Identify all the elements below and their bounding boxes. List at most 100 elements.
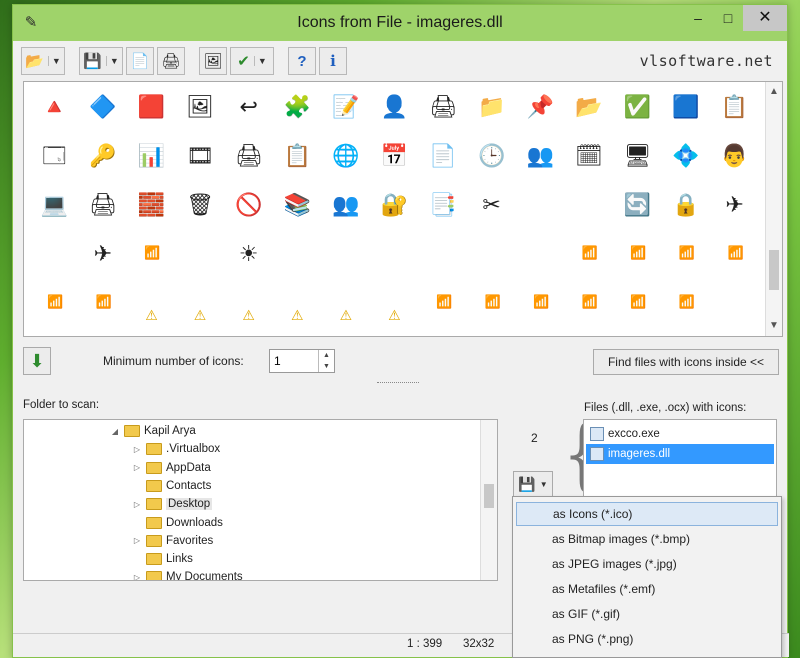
expander-icon[interactable]: ◢ <box>110 427 120 436</box>
expander-icon[interactable]: ▷ <box>132 500 142 509</box>
open-button[interactable]: 📂 ▼ <box>21 47 65 75</box>
tree-item[interactable]: Links <box>132 550 193 568</box>
help-button[interactable]: ? <box>288 47 316 75</box>
icon-cell[interactable]: 🎞 <box>176 131 225 180</box>
icon-cell[interactable] <box>176 229 225 278</box>
icon-cell[interactable]: 🟥 <box>127 82 176 131</box>
icon-cell[interactable]: ⚠ <box>322 278 371 327</box>
icon-cell[interactable]: 🖨 <box>224 131 273 180</box>
icon-pane-scrollbar[interactable]: ▲ ▼ <box>765 82 782 336</box>
tree-scrollbar[interactable] <box>480 420 497 580</box>
panel-splitter[interactable] <box>377 382 419 385</box>
menu-item-jpg[interactable]: as JPEG images (*.jpg) <box>516 553 778 577</box>
tree-item[interactable]: ▷ .Virtualbox <box>132 440 220 458</box>
icon-cell[interactable]: 📋 <box>710 82 759 131</box>
min-icons-input[interactable] <box>270 350 318 372</box>
icon-cell[interactable]: 📊 <box>127 131 176 180</box>
icon-cell[interactable]: 📶 <box>79 278 128 327</box>
icon-cell[interactable]: 📄 <box>419 131 468 180</box>
tree-item[interactable]: ▷ AppData <box>132 459 211 477</box>
icon-cell[interactable]: ⚠ <box>127 278 176 327</box>
file-item[interactable]: excco.exe <box>586 424 774 444</box>
icon-cell[interactable] <box>370 229 419 278</box>
chevron-down-icon[interactable]: ▼ <box>319 361 334 372</box>
menu-item-ico[interactable]: as Icons (*.ico) <box>516 502 778 526</box>
icon-cell[interactable]: ☀ <box>224 229 273 278</box>
icon-cell[interactable]: 📶 <box>613 278 662 327</box>
icon-cell[interactable]: 📁 <box>467 82 516 131</box>
icon-cell[interactable]: ⚠ <box>224 278 273 327</box>
icon-cell[interactable]: 📶 <box>710 229 759 278</box>
maximize-button[interactable]: □ <box>713 5 743 31</box>
menu-item-png[interactable]: as PNG (*.png) <box>516 628 778 652</box>
icon-cell[interactable]: 💻 <box>30 180 79 229</box>
icon-cell[interactable]: 📅 <box>370 131 419 180</box>
file-item[interactable]: imageres.dll <box>586 444 774 464</box>
icon-cell[interactable]: 💠 <box>662 131 711 180</box>
find-files-button[interactable]: Find files with icons inside << <box>593 349 779 375</box>
icon-cell[interactable]: 🖨 <box>419 82 468 131</box>
icon-cell[interactable]: ⚠ <box>176 278 225 327</box>
icon-cell[interactable]: 🗑 <box>176 180 225 229</box>
icon-cell[interactable]: 🖥 <box>613 131 662 180</box>
icon-cell[interactable]: 🗓 <box>565 131 614 180</box>
icon-cell[interactable]: ↩ <box>224 82 273 131</box>
save-button[interactable]: 💾 ▼ <box>79 47 123 75</box>
minimize-button[interactable]: – <box>683 5 713 31</box>
chevron-down-icon[interactable]: ▼ <box>105 56 119 66</box>
icon-cell[interactable]: 📋 <box>273 131 322 180</box>
icon-cell[interactable]: 👤 <box>370 82 419 131</box>
copy-button[interactable]: 📄 <box>126 47 154 75</box>
icon-cell[interactable]: 🗔 <box>30 131 79 180</box>
icon-cell[interactable]: 📝 <box>322 82 371 131</box>
icon-cell[interactable]: 🌐 <box>322 131 371 180</box>
icon-cell[interactable] <box>516 229 565 278</box>
icon-cell[interactable]: 👥 <box>516 131 565 180</box>
icon-cell[interactable]: 🔐 <box>370 180 419 229</box>
download-button[interactable]: ⬇ <box>23 347 51 375</box>
expander-icon[interactable]: ▷ <box>132 573 142 580</box>
icon-cell[interactable]: 📶 <box>662 229 711 278</box>
tree-item[interactable]: ▷ Favorites <box>132 532 213 550</box>
icon-cell[interactable]: ✅ <box>613 82 662 131</box>
icon-cell[interactable]: 🖼 <box>176 82 225 131</box>
icon-cell[interactable]: 🔄 <box>613 180 662 229</box>
icon-cell[interactable]: 📚 <box>273 180 322 229</box>
menu-item-emf[interactable]: as Metafiles (*.emf) <box>516 578 778 602</box>
icon-cell[interactable]: 📂 <box>565 82 614 131</box>
tree-item[interactable]: ▷ Desktop <box>132 495 213 513</box>
icon-cell[interactable]: 📶 <box>565 229 614 278</box>
icon-cell[interactable]: 🔑 <box>79 131 128 180</box>
icon-cell[interactable]: 📌 <box>516 82 565 131</box>
menu-item-bmp[interactable]: as Bitmap images (*.bmp) <box>516 528 778 552</box>
icon-cell[interactable] <box>30 229 79 278</box>
icon-cell[interactable]: 🕒 <box>467 131 516 180</box>
chevron-up-icon[interactable]: ▲ <box>319 350 334 361</box>
min-icons-stepper[interactable]: ▲ ▼ <box>269 349 335 373</box>
icon-cell[interactable] <box>710 278 759 327</box>
icon-cell[interactable]: ✂ <box>467 180 516 229</box>
icon-cell[interactable]: 📶 <box>419 278 468 327</box>
icon-cell[interactable] <box>565 180 614 229</box>
chevron-down-icon[interactable]: ▼ <box>253 56 267 66</box>
icon-cell[interactable] <box>322 229 371 278</box>
tree-item[interactable]: ◢ Kapil Arya <box>110 422 196 440</box>
icon-cell[interactable]: 👥 <box>322 180 371 229</box>
icon-cell[interactable]: 🔺 <box>30 82 79 131</box>
icon-cell[interactable]: ✈ <box>79 229 128 278</box>
icon-cell[interactable]: 📑 <box>419 180 468 229</box>
print-button[interactable]: 🖨 <box>157 47 185 75</box>
tree-item[interactable]: ▷ My Documents <box>132 568 243 580</box>
chevron-down-icon[interactable]: ▼ <box>766 318 782 334</box>
icon-cell[interactable]: 📶 <box>516 278 565 327</box>
expander-icon[interactable]: ▷ <box>132 536 142 545</box>
scroll-thumb[interactable] <box>769 250 779 290</box>
icon-cell[interactable]: 🧱 <box>127 180 176 229</box>
close-button[interactable]: ✕ <box>743 5 787 31</box>
info-button[interactable]: i <box>319 47 347 75</box>
icon-cell[interactable] <box>516 180 565 229</box>
icon-cell[interactable] <box>419 229 468 278</box>
scroll-thumb[interactable] <box>484 484 494 508</box>
icon-cell[interactable]: 📶 <box>565 278 614 327</box>
preview-button[interactable]: 🖼 <box>199 47 227 75</box>
